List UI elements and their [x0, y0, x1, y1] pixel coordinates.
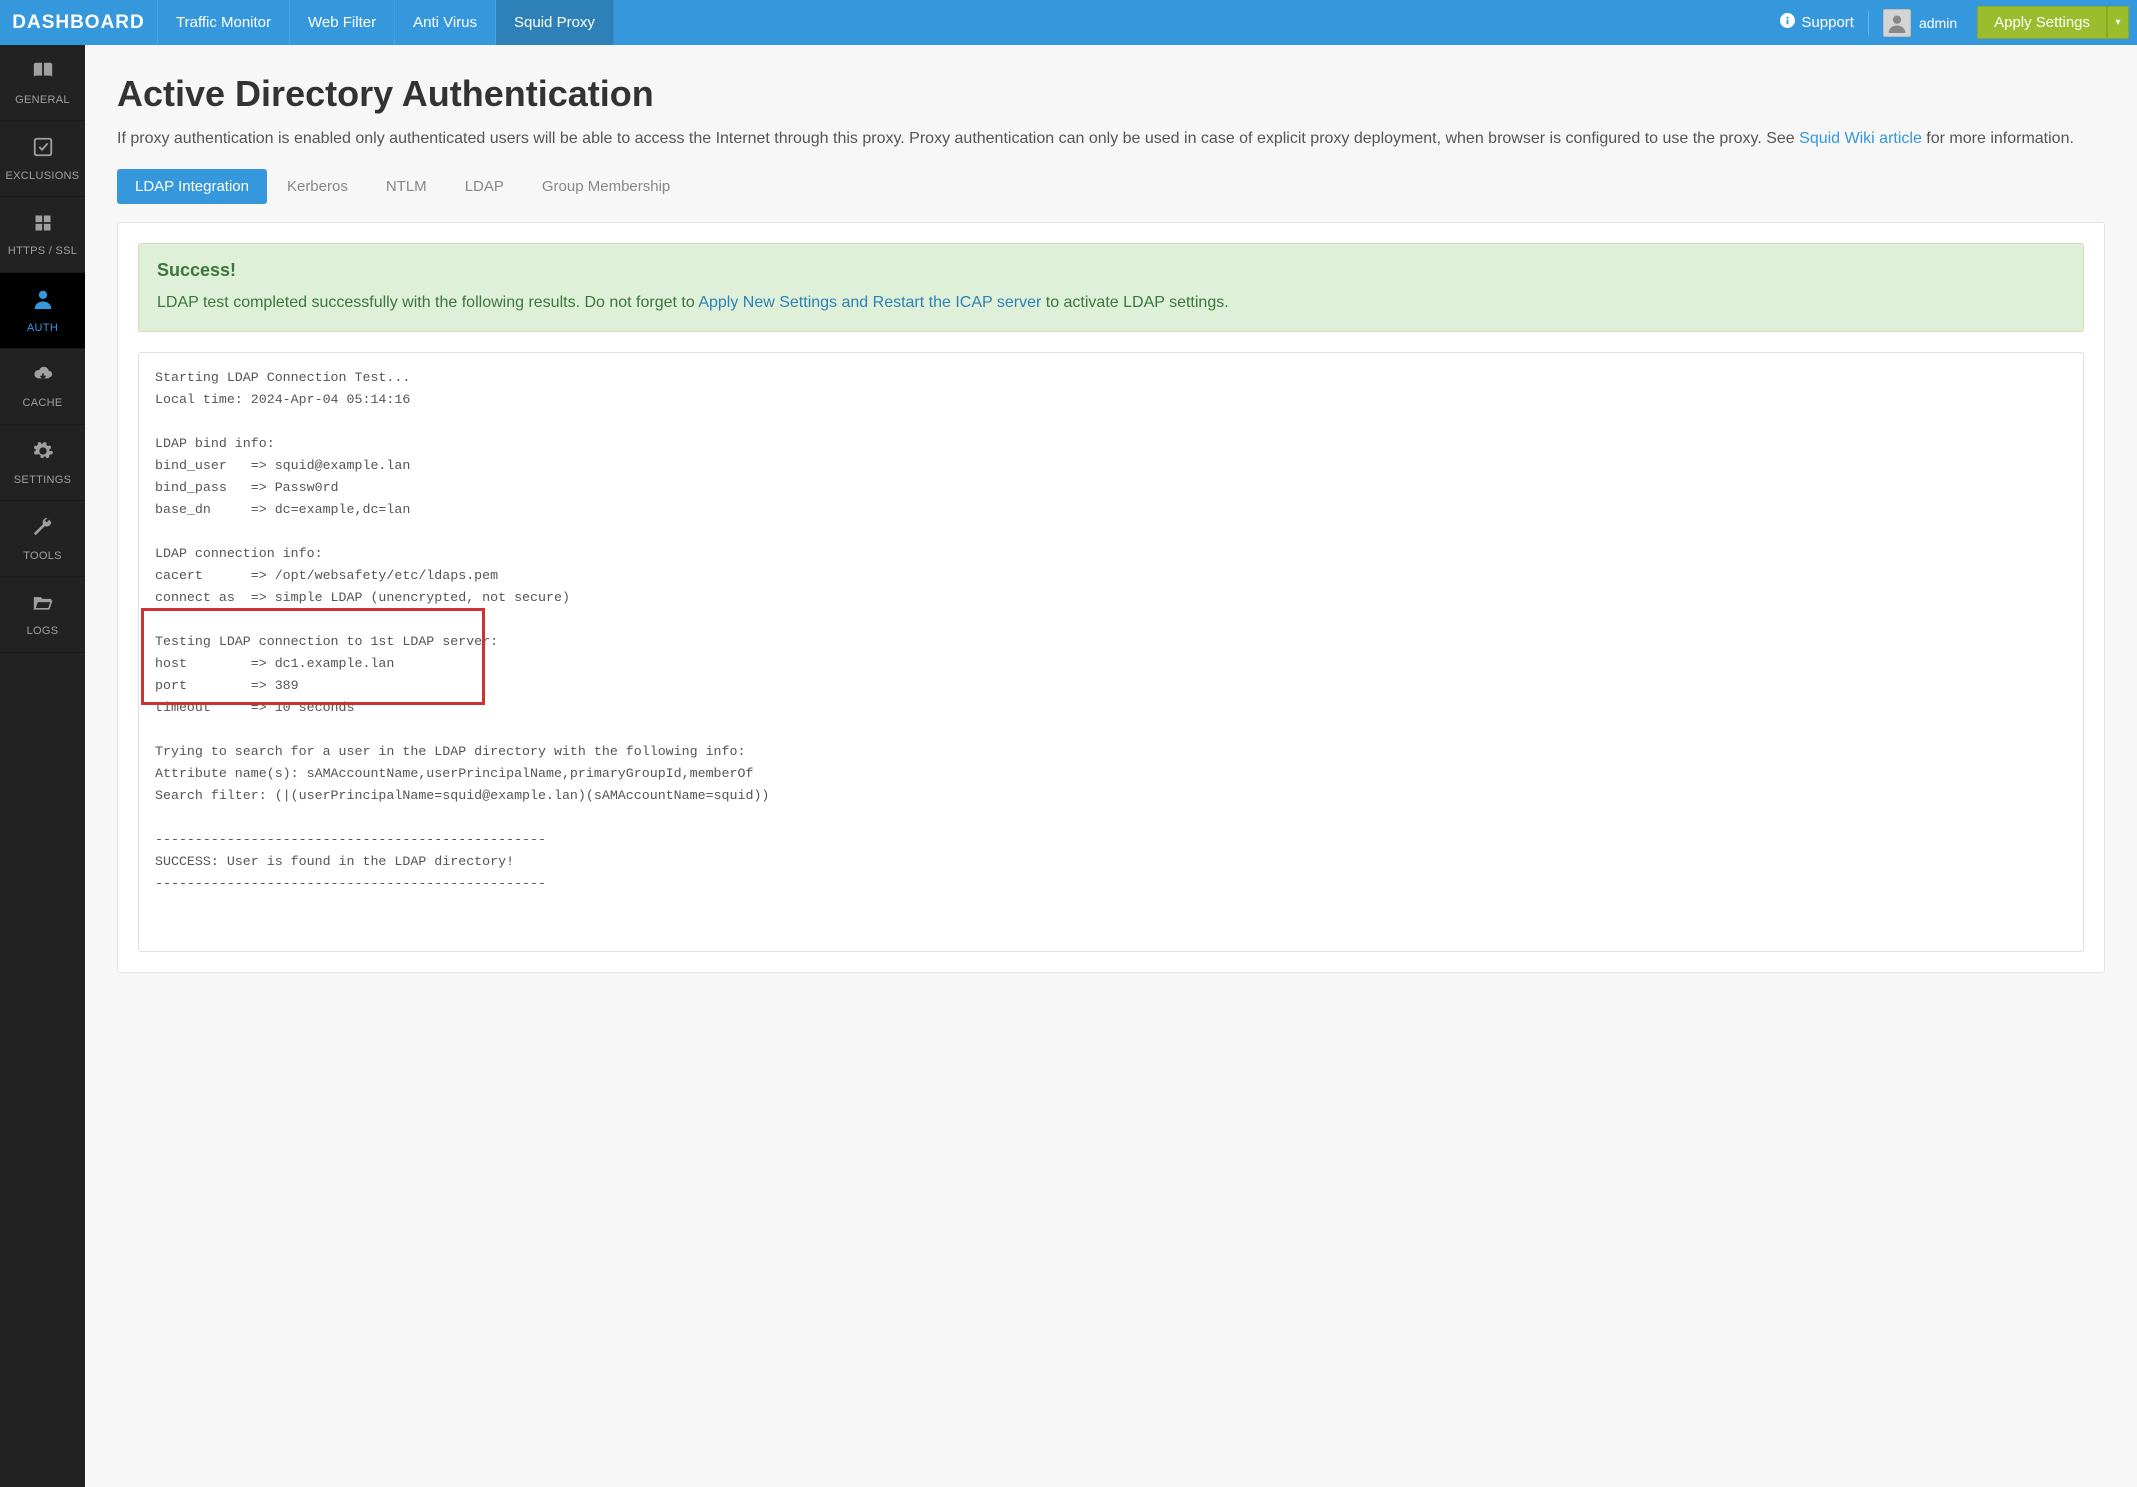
log-line: Trying to search for a user in the LDAP …: [155, 744, 745, 759]
log-line: Search filter: (|(userPrincipalName=squi…: [155, 788, 769, 803]
support-label: Support: [1801, 14, 1854, 31]
sidebar-label: AUTH: [27, 322, 58, 334]
ldap-test-log: Starting LDAP Connection Test... Local t…: [138, 352, 2084, 952]
main-content: Active Directory Authentication If proxy…: [85, 45, 2137, 1487]
sidebar-label: SETTINGS: [14, 474, 71, 486]
username-label: admin: [1919, 15, 1957, 31]
support-link[interactable]: Support: [1766, 0, 1868, 45]
tab-group-membership[interactable]: Group Membership: [524, 169, 688, 204]
nav-traffic-monitor[interactable]: Traffic Monitor: [158, 0, 290, 45]
log-line: SUCCESS: User is found in the LDAP direc…: [155, 854, 514, 869]
grid-icon: [33, 213, 53, 239]
alert-text-pre: LDAP test completed successfully with th…: [157, 294, 698, 311]
topbar: DASHBOARD Traffic Monitor Web Filter Ant…: [0, 0, 2137, 45]
sidebar-label: GENERAL: [15, 94, 70, 106]
alert-title: Success!: [157, 260, 2065, 281]
sidebar-item-https-ssl[interactable]: HTTPS / SSL: [0, 197, 85, 273]
sidebar-label: LOGS: [27, 625, 59, 637]
lead-text: If proxy authentication is enabled only …: [117, 130, 1799, 147]
log-line: base_dn => dc=example,dc=lan: [155, 502, 410, 517]
lead-text-post: for more information.: [1922, 130, 2074, 147]
sidebar-label: EXCLUSIONS: [6, 170, 80, 182]
user-icon: [33, 288, 53, 316]
apply-settings-caret[interactable]: ▾: [2107, 6, 2129, 39]
sidebar-label: TOOLS: [23, 550, 62, 562]
apply-restart-link[interactable]: Apply New Settings and Restart the ICAP …: [698, 294, 1041, 311]
sidebar-item-exclusions[interactable]: EXCLUSIONS: [0, 121, 85, 197]
cloud-download-icon: [31, 365, 55, 391]
highlight-box: [141, 608, 485, 705]
alert-body: LDAP test completed successfully with th…: [157, 291, 2065, 315]
log-line: ----------------------------------------…: [155, 832, 546, 847]
gear-icon: [32, 440, 54, 468]
apply-settings-group: Apply Settings ▾: [1977, 6, 2129, 39]
sidebar-label: HTTPS / SSL: [8, 245, 77, 257]
log-line: LDAP connection info:: [155, 546, 323, 561]
book-icon: [31, 60, 55, 88]
log-line: LDAP bind info:: [155, 436, 275, 451]
page-description: If proxy authentication is enabled only …: [117, 127, 2105, 151]
sidebar-item-settings[interactable]: SETTINGS: [0, 425, 85, 501]
topbar-right: Support admin Apply Settings ▾: [1766, 0, 2137, 45]
auth-tabs: LDAP Integration Kerberos NTLM LDAP Grou…: [117, 169, 2105, 204]
squid-wiki-link[interactable]: Squid Wiki article: [1799, 130, 1922, 147]
top-nav: Traffic Monitor Web Filter Anti Virus Sq…: [158, 0, 614, 45]
alert-text-post: to activate LDAP settings.: [1041, 294, 1228, 311]
sidebar: GENERAL EXCLUSIONS HTTPS / SSL AUTH CACH…: [0, 45, 85, 1487]
log-line: connect as => simple LDAP (unencrypted, …: [155, 590, 570, 605]
info-icon: [1780, 13, 1795, 32]
sidebar-label: CACHE: [22, 397, 62, 409]
tab-kerberos[interactable]: Kerberos: [269, 169, 366, 204]
check-square-icon: [32, 136, 54, 164]
log-line: Local time: 2024-Apr-04 05:14:16: [155, 392, 410, 407]
nav-squid-proxy[interactable]: Squid Proxy: [496, 0, 614, 45]
tab-ldap-integration[interactable]: LDAP Integration: [117, 169, 267, 204]
success-alert: Success! LDAP test completed successfull…: [138, 243, 2084, 332]
page-title: Active Directory Authentication: [117, 73, 2105, 115]
tab-ntlm[interactable]: NTLM: [368, 169, 445, 204]
log-line: bind_user => squid@example.lan: [155, 458, 410, 473]
avatar-icon: [1883, 9, 1911, 37]
log-line: Attribute name(s): sAMAccountName,userPr…: [155, 766, 753, 781]
wrench-icon: [32, 516, 54, 544]
apply-settings-button[interactable]: Apply Settings: [1977, 6, 2107, 39]
log-line: bind_pass => Passw0rd: [155, 480, 339, 495]
nav-anti-virus[interactable]: Anti Virus: [395, 0, 496, 45]
sidebar-item-auth[interactable]: AUTH: [0, 273, 85, 349]
log-line: Starting LDAP Connection Test...: [155, 370, 410, 385]
sidebar-item-cache[interactable]: CACHE: [0, 349, 85, 425]
user-menu[interactable]: admin: [1869, 9, 1971, 37]
sidebar-item-logs[interactable]: LOGS: [0, 577, 85, 653]
log-line: ----------------------------------------…: [155, 876, 546, 891]
brand-logo[interactable]: DASHBOARD: [0, 0, 158, 45]
log-line: cacert => /opt/websafety/etc/ldaps.pem: [155, 568, 498, 583]
nav-web-filter[interactable]: Web Filter: [290, 0, 395, 45]
folder-open-icon: [31, 593, 55, 619]
sidebar-item-general[interactable]: GENERAL: [0, 45, 85, 121]
sidebar-item-tools[interactable]: TOOLS: [0, 501, 85, 577]
tab-ldap[interactable]: LDAP: [447, 169, 522, 204]
content-panel: Success! LDAP test completed successfull…: [117, 222, 2105, 973]
